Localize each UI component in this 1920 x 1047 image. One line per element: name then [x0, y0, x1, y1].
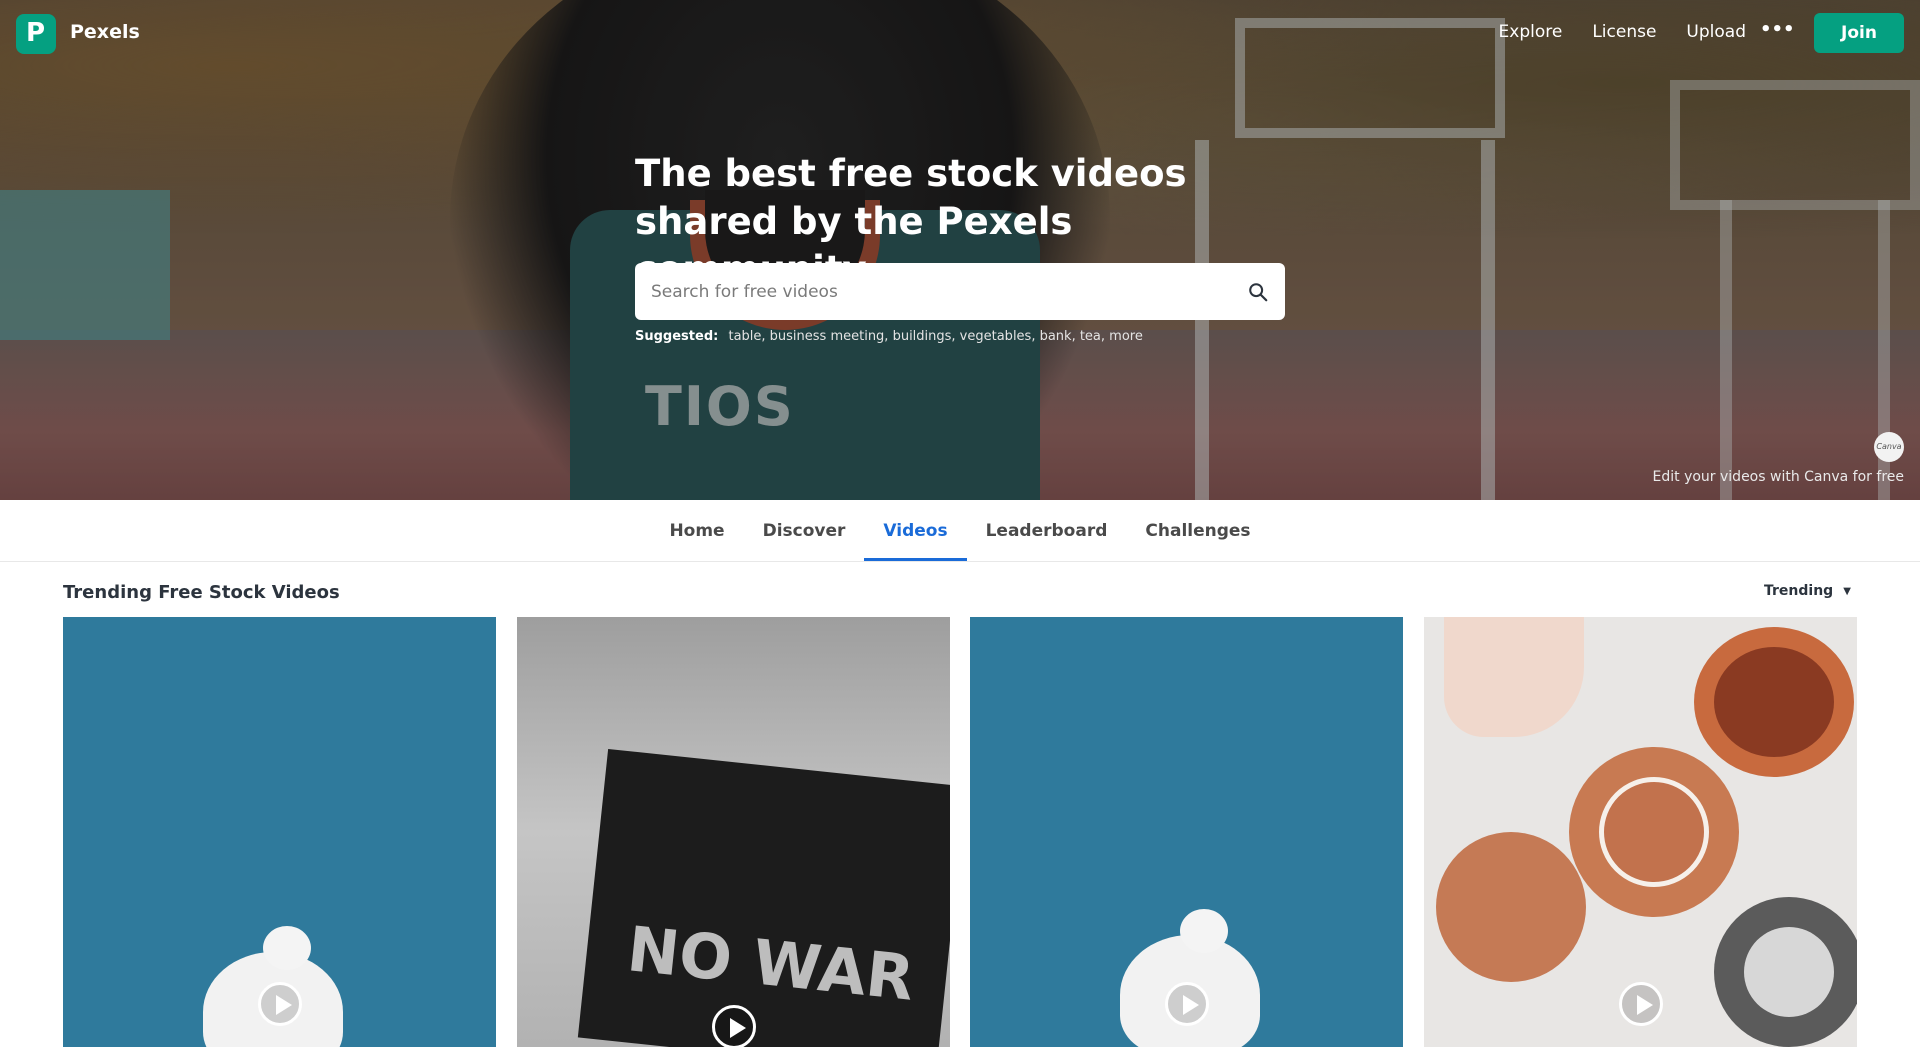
tab-challenges[interactable]: Challenges — [1126, 500, 1269, 561]
tab-leaderboard[interactable]: Leaderboard — [967, 500, 1127, 561]
pexels-logo-icon[interactable]: P — [16, 14, 56, 54]
video-card[interactable]: NO WAR — [517, 617, 950, 1047]
canva-logo-icon[interactable]: Canva — [1874, 432, 1904, 462]
main-tabs: Home Discover Videos Leaderboard Challen… — [0, 500, 1920, 562]
canva-promo-link[interactable]: Edit your videos with Canva for free — [1653, 469, 1904, 485]
sort-dropdown[interactable]: Trending ▼ — [1764, 583, 1851, 599]
cup-image — [1694, 627, 1854, 777]
more-menu-icon[interactable]: ••• — [1760, 18, 1795, 42]
video-card[interactable] — [63, 617, 496, 1047]
video-card[interactable] — [970, 617, 1403, 1047]
suggested-label: Suggested: — [635, 329, 719, 344]
brand-name[interactable]: Pexels — [70, 21, 140, 43]
section-title: Trending Free Stock Videos — [63, 582, 340, 603]
tab-discover[interactable]: Discover — [744, 500, 865, 561]
suggested-links[interactable]: table, business meeting, buildings, vege… — [728, 329, 1142, 344]
tab-videos[interactable]: Videos — [864, 500, 967, 561]
nav-explore-link[interactable]: Explore — [1499, 22, 1563, 42]
teapot-image — [1569, 747, 1739, 917]
play-icon[interactable] — [1619, 982, 1663, 1026]
chevron-down-icon: ▼ — [1843, 586, 1851, 597]
hand-image — [1444, 617, 1584, 737]
hero-banner: TIOS P Pexels Explore License Upload •••… — [0, 0, 1920, 500]
video-card[interactable] — [1424, 617, 1857, 1047]
search-icon[interactable] — [1247, 281, 1269, 303]
video-grid: NO WAR — [63, 617, 1858, 1047]
search-bar — [635, 263, 1285, 320]
grey-pot-image — [1714, 897, 1857, 1047]
suggested-searches: Suggested: table, business meeting, buil… — [635, 329, 1143, 344]
nav-license-link[interactable]: License — [1592, 22, 1656, 42]
sort-label: Trending — [1764, 583, 1834, 599]
search-input[interactable] — [651, 263, 1231, 320]
top-navigation: P Pexels Explore License Upload ••• Join — [0, 0, 1920, 66]
nav-upload-link[interactable]: Upload — [1686, 22, 1746, 42]
saucer-image — [1436, 832, 1586, 982]
play-icon[interactable] — [712, 1005, 756, 1047]
play-icon[interactable] — [258, 982, 302, 1026]
play-icon[interactable] — [1165, 982, 1209, 1026]
join-button[interactable]: Join — [1814, 13, 1904, 53]
nav-links: Explore License Upload — [1499, 22, 1746, 42]
tab-home[interactable]: Home — [650, 500, 743, 561]
